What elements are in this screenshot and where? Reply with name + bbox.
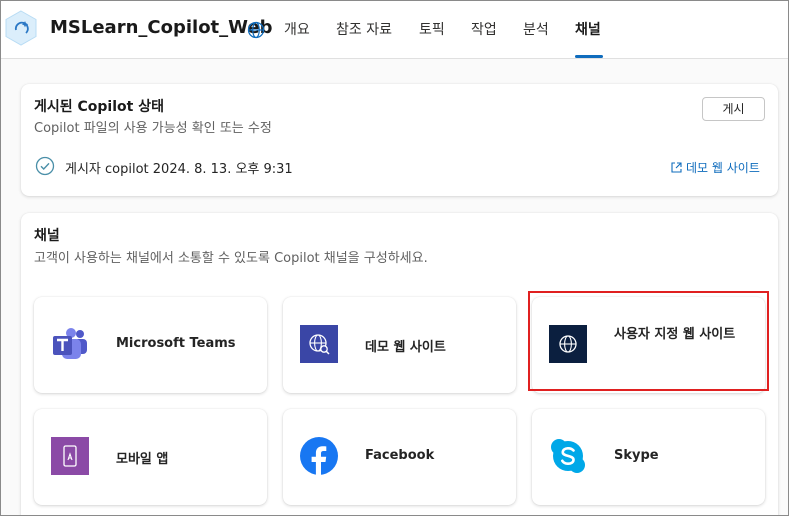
publish-button[interactable]: 게시 <box>702 97 765 121</box>
custom-website-icon <box>549 325 587 363</box>
tab-overview[interactable]: 개요 <box>284 19 310 39</box>
active-tab-indicator <box>575 55 603 58</box>
facebook-icon <box>300 437 338 475</box>
channel-tile-label: Skype <box>614 448 659 463</box>
channel-tile-label: Facebook <box>365 448 435 463</box>
app-title: MSLearn_Copilot_Web <box>50 17 273 38</box>
skype-icon <box>551 439 585 473</box>
tab-topics[interactable]: 토픽 <box>419 19 445 39</box>
external-link-icon <box>671 162 682 173</box>
channels-card-title: 채널 <box>34 228 60 244</box>
channel-tile-demo-website[interactable]: 데모 웹 사이트 <box>283 297 516 393</box>
publish-card-title: 게시된 Copilot 상태 <box>34 99 164 115</box>
demo-website-link[interactable]: 데모 웹 사이트 <box>670 159 760 176</box>
check-circle-icon <box>35 156 55 176</box>
demo-website-link-label: 데모 웹 사이트 <box>686 161 760 175</box>
channel-tile-label: Microsoft Teams <box>116 336 236 351</box>
tab-knowledge[interactable]: 참조 자료 <box>336 19 392 39</box>
app-window: MSLearn_Copilot_Web 개요 참조 자료 토픽 작업 분석 채널… <box>0 0 789 516</box>
channel-tile-skype[interactable]: Skype <box>532 409 765 505</box>
channel-tile-teams[interactable]: Microsoft Teams <box>34 297 267 393</box>
publish-card-subtitle: Copilot 파일의 사용 가능성 확인 또는 수정 <box>34 121 272 136</box>
channel-tile-custom-website[interactable]: 사용자 지정 웹 사이트 <box>532 297 765 393</box>
channel-tile-label: 데모 웹 사이트 <box>365 340 446 355</box>
publish-status-card: 게시된 Copilot 상태 Copilot 파일의 사용 가능성 확인 또는 … <box>21 84 778 196</box>
teams-icon <box>53 328 87 359</box>
tab-channels[interactable]: 채널 <box>575 19 601 39</box>
channel-tile-mobile-app[interactable]: 모바일 앱 <box>34 409 267 505</box>
tab-analytics[interactable]: 분석 <box>523 19 549 39</box>
demo-website-icon <box>300 325 338 363</box>
copilot-logo-icon <box>5 10 37 46</box>
channel-tile-label: 사용자 지정 웹 사이트 <box>614 327 736 342</box>
globe-icon[interactable] <box>247 21 265 39</box>
mobile-app-icon <box>51 437 89 475</box>
channels-card-subtitle: 고객이 사용하는 채널에서 소통할 수 있도록 Copilot 채널을 구성하세… <box>34 251 428 266</box>
top-header: MSLearn_Copilot_Web 개요 참조 자료 토픽 작업 분석 채널 <box>1 1 788 59</box>
publish-status-text: 게시자 copilot 2024. 8. 13. 오후 9:31 <box>65 162 293 177</box>
tab-actions[interactable]: 작업 <box>471 19 497 39</box>
channel-tile-label: 모바일 앱 <box>116 452 169 467</box>
channel-tile-facebook[interactable]: Facebook <box>283 409 516 505</box>
